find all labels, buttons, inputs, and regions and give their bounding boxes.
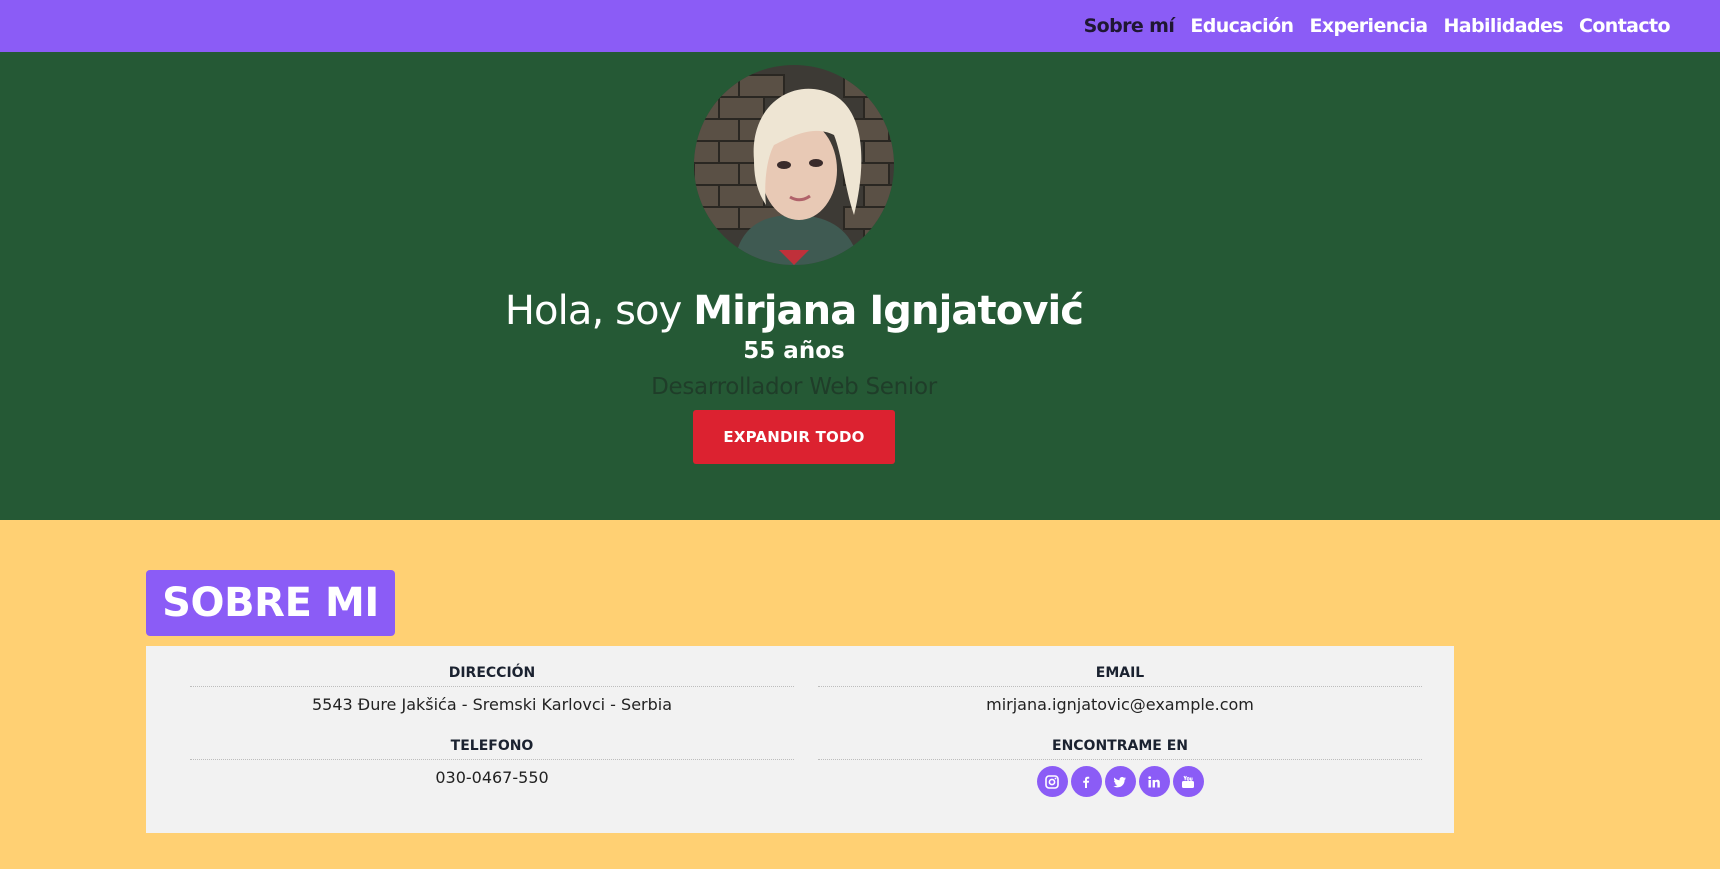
nav-links: Sobre mí Educación Experiencia Habilidad… (1084, 0, 1671, 52)
nav-item-contacto[interactable]: Contacto (1579, 15, 1671, 37)
youtube-icon[interactable] (1172, 766, 1204, 797)
expand-all-button[interactable]: EXPANDIR TODO (693, 410, 895, 464)
hero-section: Hola, soy Mirjana Ignjatović 55 años Des… (0, 52, 1720, 520)
phone-value: 030-0467-550 (435, 768, 549, 787)
navbar: Sobre mí Educación Experiencia Habilidad… (0, 0, 1720, 52)
address-label: DIRECCIÓN (190, 663, 794, 687)
linkedin-icon[interactable] (1138, 766, 1170, 797)
about-info-card: DIRECCIÓN 5543 Đure Jakšića - Sremski Ka… (146, 646, 1454, 833)
social-block: ENCONTRAME EN (818, 736, 1422, 797)
email-block: EMAIL mirjana.ignjatovic@example.com (818, 663, 1422, 716)
hero-greeting: Hola, soy Mirjana Ignjatović (0, 283, 1588, 339)
phone-block: TELEFONO 030-0467-550 (190, 736, 794, 789)
profile-photo (694, 65, 894, 265)
social-label: ENCONTRAME EN (818, 736, 1422, 760)
instagram-icon[interactable] (1036, 766, 1068, 797)
facebook-icon[interactable] (1070, 766, 1102, 797)
greeting-text: Hola, soy (504, 288, 694, 334)
nav-item-educacion[interactable]: Educación (1190, 15, 1294, 37)
twitter-icon[interactable] (1104, 766, 1136, 797)
section-title-sobre-mi: SOBRE MI (146, 570, 395, 636)
social-links (818, 766, 1422, 797)
person-role: Desarrollador Web Senior (651, 374, 937, 400)
person-age: 55 años (743, 338, 845, 364)
email-value[interactable]: mirjana.ignjatovic@example.com (818, 694, 1422, 716)
address-value: 5543 Đure Jakšića - Sremski Karlovci - S… (311, 695, 673, 714)
phone-label: TELEFONO (190, 736, 794, 760)
person-name: Mirjana Ignjatović (693, 288, 1084, 334)
nav-item-sobre-mi[interactable]: Sobre mí (1084, 15, 1175, 37)
email-label: EMAIL (818, 663, 1422, 687)
address-block: DIRECCIÓN 5543 Đure Jakšića - Sremski Ka… (190, 663, 794, 716)
nav-item-habilidades[interactable]: Habilidades (1443, 15, 1563, 37)
nav-item-experiencia[interactable]: Experiencia (1309, 15, 1428, 37)
